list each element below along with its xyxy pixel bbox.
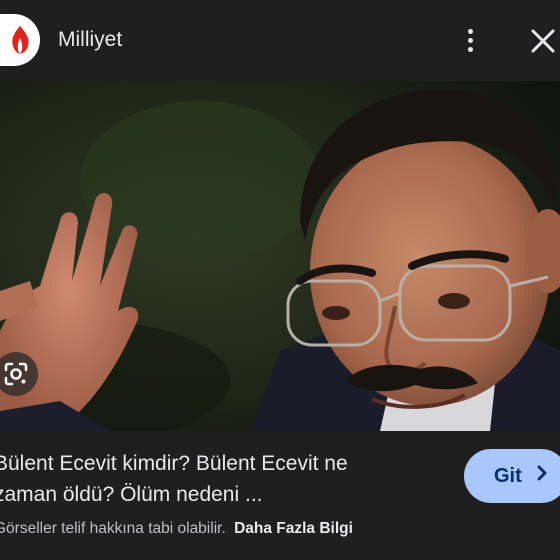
milliyet-logo-icon[interactable] (0, 14, 40, 66)
copyright-text: Görseller telif hakkına tabi olabilir. (0, 520, 226, 537)
visit-button[interactable]: Git (464, 449, 560, 503)
result-title-line2: zaman öldü? Ölüm nedeni ... (0, 483, 263, 506)
more-vert-icon[interactable] (456, 22, 484, 58)
result-title[interactable]: Bülent Ecevit kimdir? Bülent Ecevit ne z… (0, 448, 444, 510)
copyright-notice: Görseller telif hakkına tabi olabilir. D… (0, 520, 353, 538)
more-info-link[interactable]: Daha Fazla Bilgi (234, 520, 353, 537)
close-icon[interactable] (526, 24, 560, 58)
result-image[interactable] (0, 81, 560, 431)
header-bar: Milliyet (0, 0, 560, 80)
visit-button-label: Git (494, 464, 522, 487)
result-title-line1: Bülent Ecevit kimdir? Bülent Ecevit ne (0, 452, 348, 475)
source-name[interactable]: Milliyet (58, 28, 122, 52)
chevron-right-icon (536, 464, 548, 488)
